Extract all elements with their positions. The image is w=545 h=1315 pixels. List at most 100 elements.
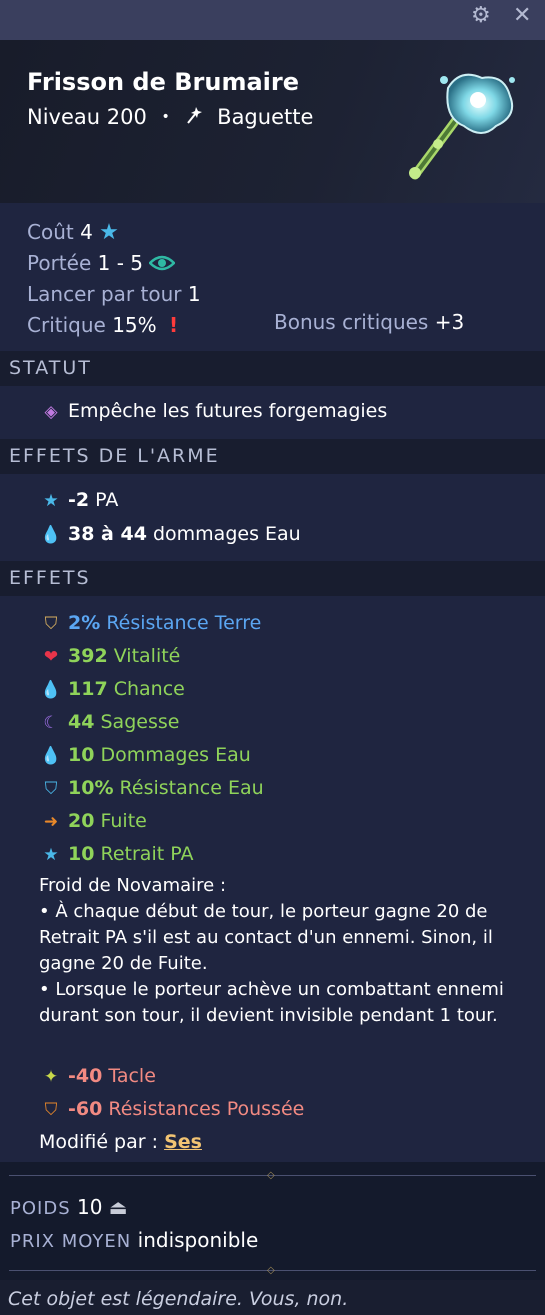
gear-icon[interactable]: ⚙ [471,5,491,27]
water-drop-icon: 💧 [40,680,62,700]
item-name: Frisson de Brumaire [27,68,299,96]
stats-panel: Coût 4 ★ Portée 1 - 5 Lancer par tour 1 … [0,203,545,351]
eye-icon [148,251,177,275]
stat-casts: Lancer par tour 1 [27,282,201,306]
effect-value: -40 [68,1065,103,1087]
malus-row: ✦ -40 Tacle [40,1065,156,1087]
effect-value: -2 [68,489,90,511]
effect-label: Chance [113,678,185,700]
exclamation-icon: ! [169,313,179,337]
effect-value: 392 [68,645,108,667]
effect-value: 20 [68,810,95,832]
forgemagie-lock-icon: ◈ [44,402,58,422]
crit-bonus-value: +3 [434,310,465,334]
effect-value: 117 [68,678,108,700]
item-type: Baguette [217,105,314,129]
cost-value: 4 [80,220,93,244]
effect-value: 10% [68,777,114,799]
modified-label: Modifié par : [39,1131,159,1153]
weight-label: POIDS [10,1198,71,1219]
ap-reduction-icon: ★ [43,845,59,865]
price-label: PRIX MOYEN [10,1231,132,1252]
range-label: Portée [27,251,92,275]
effect-label: Dommages Eau [100,744,251,766]
earth-shield-icon: ⛉ [44,614,58,634]
diamond-icon: ◇ [267,1170,275,1181]
star-icon: ★ [99,220,119,245]
price-row: PRIX MOYEN indisponible [10,1228,258,1252]
divider: ◇ [9,1265,536,1276]
malus-row: ⛉ -60 Résistances Poussée [40,1098,305,1120]
effect-value: 10 [68,744,95,766]
weapon-effects-panel: ★ -2 PA 💧 38 à 44 dommages Eau [0,474,545,561]
effect-label: dommages Eau [152,523,301,545]
close-icon[interactable]: ✕ [513,5,531,27]
status-panel: ◈ Empêche les futures forgemagies [0,386,545,439]
star-icon: ★ [43,491,59,511]
effect-value: 2% [68,612,101,634]
effect-label: Retrait PA [100,843,194,865]
crit-bonus-label: Bonus critiques [274,310,429,334]
stat-crit: Critique 15% ! [27,313,178,337]
section-title: EFFETS [9,567,91,589]
effect-label: Résistance Eau [119,777,264,799]
weapon-effect-row: ★ -2 PA [40,489,118,511]
effect-label: Résistance Terre [106,612,262,634]
stat-cost: Coût 4 ★ [27,220,119,245]
range-value: 1 - 5 [97,251,144,275]
weapon-effect-row: 💧 38 à 44 dommages Eau [40,523,301,545]
weight-row: POIDS 10 ⏏ [10,1195,128,1219]
tackle-icon: ✦ [43,1067,59,1087]
effect-label: PA [95,489,119,511]
water-shield-icon: ⛉ [44,779,58,799]
effect-label: Tacle [108,1065,156,1087]
effect-value: 38 à 44 [68,523,147,545]
modified-by-link[interactable]: Ses [164,1131,202,1153]
section-effects: EFFETS [0,561,545,596]
effect-row: ☾ 44 Sagesse [40,711,179,733]
casts-label: Lancer par tour [27,282,182,306]
escape-icon: ➜ [43,812,59,832]
push-shield-icon: ⛉ [44,1100,58,1120]
effect-row: 💧 117 Chance [40,678,185,700]
divider: ◇ [9,1170,536,1181]
effect-value: 10 [68,843,95,865]
special-effect-text: Froid de Novamaire : • À chaque début de… [39,875,504,1026]
stat-range: Portée 1 - 5 [27,251,177,275]
weapon-image [409,73,515,180]
effect-row: 💧 10 Dommages Eau [40,744,251,766]
item-level: Niveau 200 [27,105,147,129]
effect-label: Fuite [100,810,147,832]
water-drop-icon: 💧 [40,746,62,766]
effect-row: ⛉ 10% Résistance Eau [40,777,264,799]
section-title: STATUT [9,357,92,379]
stat-crit-bonus: Bonus critiques +3 [274,310,464,334]
weight-value: 10 [76,1195,103,1219]
water-drop-icon: 💧 [40,525,62,545]
section-weapon-effects: EFFETS DE L'ARME [0,439,545,474]
effect-label: Résistances Poussée [108,1098,305,1120]
window-topbar: ⚙ ✕ [0,0,545,40]
effect-row: ❤ 392 Vitalité [40,645,181,667]
section-status: STATUT [0,351,545,386]
casts-value: 1 [187,282,201,306]
effect-value: 44 [68,711,95,733]
diamond-icon: ◇ [267,1265,275,1276]
cost-label: Coût [27,220,74,244]
effect-row: ⛉ 2% Résistance Terre [40,612,262,634]
effect-value: -60 [68,1098,103,1120]
moon-icon: ☾ [43,713,59,733]
effect-row: ➜ 20 Fuite [40,810,147,832]
weight-icon: ⏏ [108,1195,128,1219]
price-value: indisponible [137,1228,259,1252]
status-line: ◈ Empêche les futures forgemagies [40,400,387,422]
separator: • [161,109,170,125]
item-header: Frisson de Brumaire Niveau 200 • Baguett… [0,40,545,203]
crit-label: Critique [27,313,106,337]
heart-icon: ❤ [43,647,59,667]
wand-icon [184,106,211,130]
crit-value: 15% [112,313,157,337]
section-title: EFFETS DE L'ARME [9,445,220,467]
effect-label: Sagesse [100,711,180,733]
status-text: Empêche les futures forgemagies [68,400,388,422]
